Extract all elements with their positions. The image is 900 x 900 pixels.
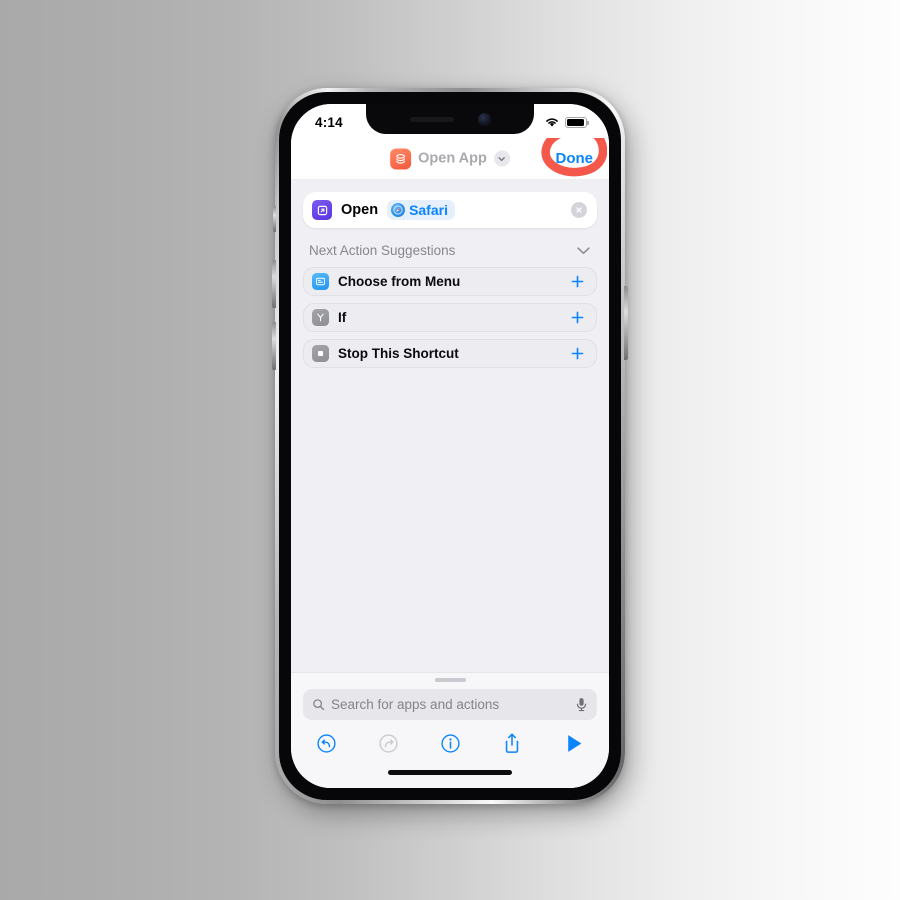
bottom-sheet: Search for apps and actions [291,672,609,788]
chevron-down-icon[interactable] [576,246,591,255]
app-token-safari[interactable]: Safari [387,200,455,220]
suggestion-row-stop-this-shortcut[interactable]: Stop This Shortcut [303,339,597,368]
earpiece-speaker-icon [409,116,454,122]
shortcut-title-group[interactable]: Open App [390,148,510,169]
choose-from-menu-icon [312,273,329,290]
suggestion-label: Stop This Shortcut [338,346,459,361]
action-row-open-app[interactable]: Open Safari [303,192,597,228]
wifi-icon [546,118,558,127]
plus-icon[interactable] [570,274,585,289]
shortcut-editor-content: Open Safari Next Action Suggestions Choo… [291,180,609,672]
done-button[interactable]: Done [556,150,594,167]
redo-button[interactable] [373,728,403,758]
suggestion-label: If [338,310,347,325]
undo-button[interactable] [311,728,341,758]
search-placeholder: Search for apps and actions [331,697,500,712]
search-input[interactable]: Search for apps and actions [303,689,597,720]
device-bezel: 4:14 Open App Done Open Safari Next Acti… [279,92,621,800]
page-title: Open App [418,150,487,167]
if-icon [312,309,329,326]
shortcuts-icon [390,148,412,169]
chevron-down-icon[interactable] [493,150,510,167]
app-token-label: Safari [409,202,448,218]
search-icon [313,699,325,711]
next-action-suggestions-header[interactable]: Next Action Suggestions [303,234,597,267]
mute-switch[interactable] [273,206,276,232]
action-verb: Open [341,202,379,218]
open-app-icon [312,200,332,220]
run-button[interactable] [559,728,589,758]
stop-shortcut-icon [312,345,329,362]
suggestion-row-if[interactable]: If [303,303,597,332]
suggestion-label: Choose from Menu [338,274,461,289]
status-time: 4:14 [315,114,343,130]
battery-cap [587,120,589,125]
sheet-grabber[interactable] [434,678,466,682]
microphone-icon[interactable] [575,697,588,712]
editor-toolbar [291,720,609,766]
home-indicator[interactable] [388,770,512,775]
safari-icon [391,203,406,217]
plus-icon[interactable] [570,310,585,325]
volume-down-button[interactable] [272,322,276,370]
battery-level [567,118,584,126]
plus-icon[interactable] [570,346,585,361]
section-title: Next Action Suggestions [309,243,456,258]
power-button[interactable] [624,286,628,360]
clear-icon[interactable] [571,202,587,218]
status-indicators [544,116,589,128]
navigation-bar: Open App Done [291,125,609,180]
info-button[interactable] [435,728,465,758]
home-indicator-area [291,766,609,788]
front-camera-icon [477,112,491,126]
volume-up-button[interactable] [272,260,276,308]
battery-icon [565,116,589,128]
device-screen: 4:14 Open App Done Open Safari Next Acti… [291,104,609,788]
iphone-device-frame: 4:14 Open App Done Open Safari Next Acti… [272,88,628,804]
suggestion-row-choose-from-menu[interactable]: Choose from Menu [303,267,597,296]
notch [366,104,534,134]
share-button[interactable] [497,728,527,758]
